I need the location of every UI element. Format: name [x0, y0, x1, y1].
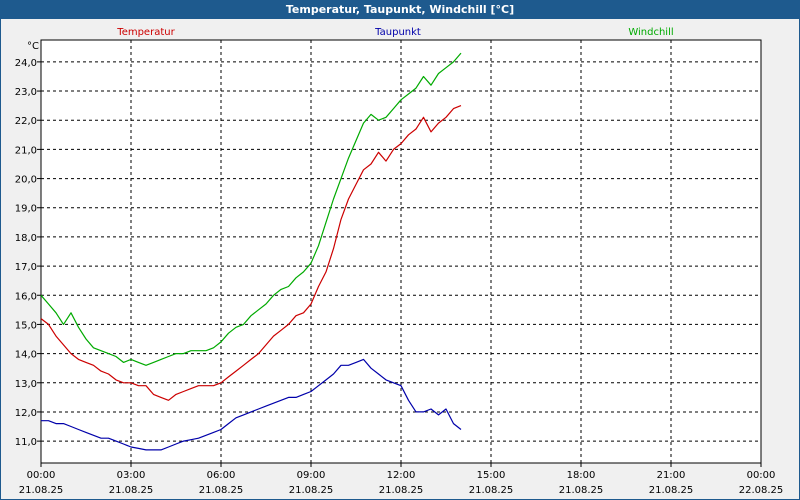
legend-item-taupunkt: Taupunkt: [374, 27, 421, 38]
y-tick-label: 24,0: [15, 58, 37, 69]
y-tick-label: 20,0: [15, 175, 37, 186]
x-tick-date-label: 21.08.25: [469, 485, 514, 496]
y-tick-label: 17,0: [15, 262, 37, 273]
y-tick-label: 18,0: [15, 233, 37, 244]
x-tick-time-label: 00:00: [27, 470, 56, 481]
y-tick-label: 22,0: [15, 116, 37, 127]
x-tick-date-label: 21.08.25: [289, 485, 334, 496]
y-tick-label: 12,0: [15, 408, 37, 419]
x-tick-date-label: 21.08.25: [19, 485, 64, 496]
y-tick-label: 21,0: [15, 145, 37, 156]
y-tick-label: 16,0: [15, 291, 37, 302]
x-tick-date-label: 21.08.25: [199, 485, 244, 496]
x-tick-time-label: 21:00: [657, 470, 686, 481]
x-tick-time-label: 00:00: [747, 470, 776, 481]
chart-window: Temperatur, Taupunkt, Windchill [°C] °C …: [0, 0, 800, 500]
x-tick-time-label: 03:00: [117, 470, 146, 481]
legend: Temperatur Taupunkt Windchill: [116, 27, 673, 38]
y-tick-label: 19,0: [15, 204, 37, 215]
x-tick-date-label: 21.08.25: [109, 485, 154, 496]
x-tick-time-label: 06:00: [207, 470, 236, 481]
x-tick-time-label: 09:00: [297, 470, 326, 481]
x-tick-date-label: 21.08.25: [379, 485, 424, 496]
y-tick-label: 14,0: [15, 350, 37, 361]
legend-item-windchill: Windchill: [628, 27, 673, 38]
y-tick-label: 23,0: [15, 87, 37, 98]
x-tick-date-label: 21.08.25: [649, 485, 694, 496]
y-tick-label: 13,0: [15, 379, 37, 390]
x-tick-date-label: 21.08.25: [559, 485, 604, 496]
x-tick-date-label: 22.08.25: [739, 485, 784, 496]
chart-canvas: °C 11,0 12,0 13,0 14,0 15,0 16,0 17,0 18,0 19,0 2…: [15, 27, 784, 496]
y-axis-unit-label: °C: [27, 41, 39, 52]
x-tick-time-label: 15:00: [477, 470, 506, 481]
x-tick-time-label: 12:00: [387, 470, 416, 481]
y-tick-label: 11,0: [15, 437, 37, 448]
x-tick-time-label: 18:00: [567, 470, 596, 481]
y-tick-label: 15,0: [15, 320, 37, 331]
legend-item-temperatur: Temperatur: [116, 27, 175, 38]
